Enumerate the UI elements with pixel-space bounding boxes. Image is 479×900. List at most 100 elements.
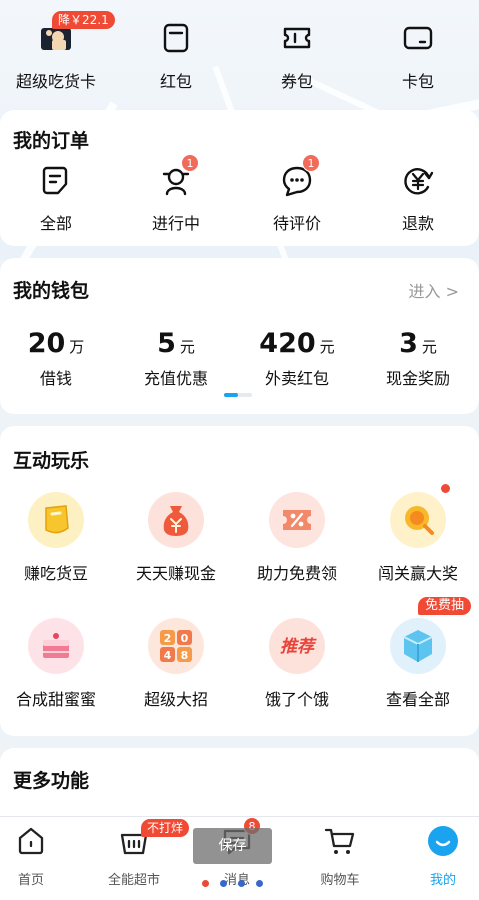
earn-beans-label: 赚吃货豆 xyxy=(23,564,88,583)
coupon-percent-icon xyxy=(269,492,325,548)
earn-cash-label: 天天赚现金 xyxy=(135,564,216,583)
nav-cart-label: 购物车 xyxy=(320,873,360,888)
coupon-pack-label: 券包 xyxy=(280,72,313,91)
card-pack-item[interactable]: 卡包 xyxy=(358,22,478,92)
play-item-earn-beans[interactable]: 赚吃货豆 xyxy=(0,492,116,584)
nav-cart[interactable]: 购物车 xyxy=(292,825,388,888)
play-card: 互动玩乐 赚吃货豆 天天赚现金 助力免费领 闯关赢大奖 合成甜蜜蜜 2 0 4 … xyxy=(0,426,479,736)
wallet-enter-link[interactable]: 进入 > xyxy=(409,278,460,302)
page-indicator xyxy=(200,880,270,888)
redpacket-label: 外卖红包 xyxy=(264,369,329,388)
order-in-progress-item[interactable]: 1 进行中 xyxy=(116,154,236,234)
nav-supermarket-label: 全能超市 xyxy=(107,873,160,888)
money-bag-icon xyxy=(148,492,204,548)
loan-label: 借钱 xyxy=(39,369,72,388)
game-2048-icon: 2 0 4 8 xyxy=(148,618,204,674)
nav-home-label: 首页 xyxy=(17,873,44,888)
supermarket-badge: 不打烊 xyxy=(141,819,190,837)
cube-icon xyxy=(390,618,446,674)
refund-yen-icon xyxy=(401,164,435,198)
tuijian-icon: 推荐 xyxy=(269,618,325,674)
tuijian-stamp: 推荐 xyxy=(280,637,317,657)
red-packet-icon xyxy=(160,22,192,54)
play-item-merge-sweet[interactable]: 合成甜蜜蜜 xyxy=(0,618,116,710)
levels-label: 闯关赢大奖 xyxy=(377,564,458,583)
order-in-progress-label: 进行中 xyxy=(151,214,200,233)
home-icon xyxy=(15,825,47,857)
recharge-label: 充值优惠 xyxy=(143,369,208,388)
tile-0: 0 xyxy=(181,632,189,645)
cash-reward-unit: 元 xyxy=(421,338,437,356)
super-foodie-card-label: 超级吃货卡 xyxy=(15,72,96,91)
profile-icon xyxy=(427,825,459,857)
play-item-view-all[interactable]: 查看全部 xyxy=(358,618,478,710)
to-review-count-badge: 1 xyxy=(302,154,320,172)
page-dot xyxy=(220,880,227,887)
order-to-review-item[interactable]: 1 待评价 xyxy=(237,154,357,234)
play-item-levels[interactable]: 闯关赢大奖 xyxy=(358,492,478,584)
cash-reward-label: 现金奖励 xyxy=(385,369,450,388)
loan-unit: 万 xyxy=(69,338,85,356)
wallet-card: 我的钱包 进入 > 20 万 借钱 5元 充值优惠 420 元 外卖红包 3元 现金… xyxy=(0,258,479,414)
coupon-pack-item[interactable]: 券包 xyxy=(237,22,357,92)
new-dot-indicator xyxy=(441,484,450,493)
save-tooltip[interactable]: 保存 xyxy=(193,828,272,864)
order-all-item[interactable]: 全部 xyxy=(0,164,116,234)
chat-icon: 1 xyxy=(280,154,320,198)
page-dot xyxy=(238,880,245,887)
play-item-earn-cash[interactable]: 天天赚现金 xyxy=(116,492,236,584)
nav-profile-label: 我的 xyxy=(429,873,456,888)
page-dot xyxy=(202,880,209,887)
cake-icon xyxy=(28,618,84,674)
wallet-item-recharge[interactable]: 5元 充值优惠 xyxy=(116,328,236,389)
rider-icon: 1 xyxy=(159,154,199,198)
order-all-label: 全部 xyxy=(39,214,72,233)
super-move-label: 超级大招 xyxy=(143,690,208,709)
view-all-label: 查看全部 xyxy=(385,690,450,709)
page-dot xyxy=(256,880,263,887)
cart-icon xyxy=(324,825,356,857)
merge-sweet-label: 合成甜蜜蜜 xyxy=(15,690,96,709)
nav-profile[interactable]: 我的 xyxy=(395,825,479,888)
redpacket-unit: 元 xyxy=(319,338,335,356)
more-title: 更多功能 xyxy=(13,770,90,792)
hungry-label: 饿了个饿 xyxy=(264,690,329,709)
wallet-item-loan[interactable]: 20 万 借钱 xyxy=(0,328,116,389)
order-to-review-label: 待评价 xyxy=(272,214,321,233)
tile-2: 2 xyxy=(164,632,172,645)
order-refund-item[interactable]: 退款 xyxy=(358,164,478,234)
magnifier-coin-icon xyxy=(390,492,446,548)
card-pack-label: 卡包 xyxy=(401,72,434,91)
document-icon xyxy=(39,164,73,198)
orders-card: 我的订单 全部 1 进行中 1 待评价 退款 xyxy=(0,110,479,246)
red-packet-item[interactable]: 红包 xyxy=(116,22,236,92)
play-item-super-move[interactable]: 2 0 4 8 超级大招 xyxy=(116,618,236,710)
discount-badge: 降￥22.1 xyxy=(52,11,115,29)
wallet-item-redpacket[interactable]: 420 元 外卖红包 xyxy=(237,328,357,389)
tile-4: 4 xyxy=(164,649,172,662)
bean-icon xyxy=(28,492,84,548)
in-progress-count-badge: 1 xyxy=(181,154,199,172)
card-icon xyxy=(402,22,434,54)
tile-8: 8 xyxy=(181,649,189,662)
order-refund-label: 退款 xyxy=(401,214,434,233)
wallet-scroll-indicator xyxy=(224,393,252,397)
red-packet-label: 红包 xyxy=(159,72,192,91)
free-claim-label: 助力免费领 xyxy=(256,564,337,583)
orders-title: 我的订单 xyxy=(13,130,90,152)
play-item-free-claim[interactable]: 助力免费领 xyxy=(237,492,357,584)
super-foodie-card-item[interactable]: 超级吃货卡 xyxy=(0,22,116,92)
recharge-unit: 元 xyxy=(179,338,195,356)
nav-home[interactable]: 首页 xyxy=(0,825,79,888)
free-draw-badge: 免费抽 xyxy=(418,597,472,615)
recharge-value: 5 xyxy=(157,328,176,359)
wallet-title: 我的钱包 xyxy=(13,280,90,302)
play-title: 互动玩乐 xyxy=(13,450,90,472)
wallet-item-cash-reward[interactable]: 3元 现金奖励 xyxy=(358,328,478,389)
cash-reward-value: 3 xyxy=(399,328,418,359)
play-item-hungry[interactable]: 推荐 饿了个饿 xyxy=(237,618,357,710)
coupon-icon xyxy=(281,22,313,54)
top-shortcuts: 超级吃货卡 降￥22.1 红包 券包 卡包 xyxy=(0,0,479,100)
loan-value: 20 xyxy=(27,328,66,359)
redpacket-value: 420 xyxy=(259,328,316,359)
